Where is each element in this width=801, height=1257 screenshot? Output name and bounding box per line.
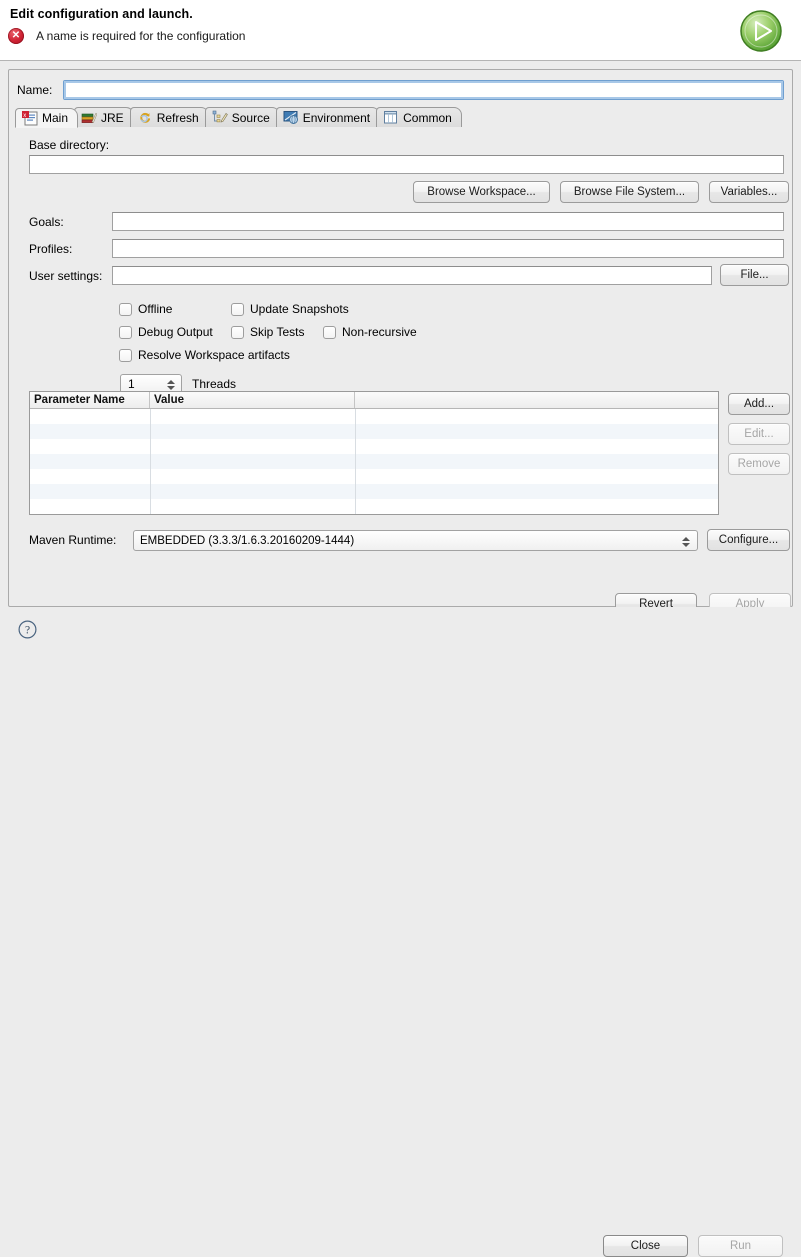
jre-tab-icon [81,112,98,123]
maven-runtime-label: Maven Runtime: [29,533,117,547]
configure-maven-runtime-button[interactable]: Configure... [707,529,790,551]
configuration-panel: Name: x Main JRE Refresh Source Environm… [8,69,793,615]
svg-text:?: ? [25,625,30,637]
close-button[interactable]: Close [603,1235,688,1257]
checkbox-update-snapshots-label: Update Snapshots [250,302,349,316]
error-message-row: ✕ A name is required for the configurati… [8,28,245,44]
refresh-tab-icon [140,112,150,123]
tab-jre-label: JRE [101,110,124,125]
column-header-parameter-name[interactable]: Parameter Name [30,392,150,408]
main-tab-icon: x [22,110,38,125]
checkbox-non-recursive[interactable]: Non-recursive [323,325,417,339]
chevron-updown-icon[interactable] [681,534,690,549]
checkbox-box[interactable] [231,302,244,316]
tab-refresh-label: Refresh [156,110,199,125]
profiles-label: Profiles: [29,242,73,256]
environment-tab-icon [283,111,298,124]
tab-environment[interactable]: Environment [275,107,381,127]
name-input[interactable] [63,80,784,100]
base-directory-input[interactable] [29,155,784,174]
table-row[interactable] [30,454,718,469]
table-row[interactable] [30,439,718,454]
goals-input[interactable] [112,212,784,231]
name-label: Name: [17,83,53,97]
tab-main[interactable]: x Main [15,108,79,128]
table-row[interactable] [30,484,718,499]
name-row: Name: [17,79,784,101]
base-directory-label: Base directory: [29,138,110,152]
run-play-icon [739,9,783,53]
checkbox-resolve-workspace-artifacts-label: Resolve Workspace artifacts [138,348,290,362]
checkbox-skip-tests-label: Skip Tests [250,325,305,339]
tab-strip: x Main JRE Refresh Source Environment Co… [15,106,786,128]
run-button: Run [698,1235,783,1257]
error-x-icon: ✕ [8,28,24,44]
checkbox-offline-label: Offline [138,302,173,316]
checkbox-box[interactable] [323,325,336,339]
checkbox-debug-output[interactable]: Debug Output [119,325,213,339]
checkbox-box[interactable] [119,325,132,339]
checkbox-box[interactable] [119,302,132,316]
checkbox-offline[interactable]: Offline [119,302,172,316]
tab-jre[interactable]: JRE [74,107,134,127]
goals-label: Goals: [29,215,64,229]
table-row[interactable] [30,424,718,439]
tab-common-label: Common [403,110,452,125]
maven-runtime-select[interactable]: EMBEDDED (3.3.3/1.6.3.20160209-1444) [133,530,698,551]
user-settings-input[interactable] [112,266,712,285]
browse-file-system-button[interactable]: Browse File System... [560,181,699,203]
page-title: Edit configuration and launch. [10,7,193,21]
parameter-table[interactable]: Parameter Name Value [29,391,719,515]
checkbox-box[interactable] [119,348,132,362]
tab-source[interactable]: Source [204,107,280,127]
add-parameter-button[interactable]: Add... [728,393,790,415]
common-tab-icon [384,111,398,124]
edit-parameter-button: Edit... [728,423,790,445]
table-row[interactable] [30,499,718,514]
main-tab-content: Base directory: Browse Workspace... Brow… [15,127,791,615]
help-question-icon[interactable]: ? [18,620,37,639]
browse-workspace-button[interactable]: Browse Workspace... [413,181,550,203]
threads-label: Threads [192,377,237,391]
source-tab-icon [212,110,228,123]
table-row[interactable] [30,409,718,424]
tab-common[interactable]: Common [376,107,462,127]
threads-value: 1 [128,377,135,391]
maven-runtime-value: EMBEDDED (3.3.3/1.6.3.20160209-1444) [140,534,355,547]
checkbox-resolve-workspace-artifacts[interactable]: Resolve Workspace artifacts [119,348,290,362]
column-header-value[interactable]: Value [150,392,355,408]
dialog-header: Edit configuration and launch. ✕ A name … [0,0,801,61]
error-message-text: A name is required for the configuration [36,29,246,43]
column-header-extra[interactable] [355,392,718,408]
remove-parameter-button: Remove [728,453,790,475]
variables-button[interactable]: Variables... [709,181,789,203]
checkbox-non-recursive-label: Non-recursive [342,325,417,339]
checkbox-debug-output-label: Debug Output [138,325,213,339]
tab-environment-label: Environment [302,110,371,125]
tab-refresh[interactable]: Refresh [129,107,209,127]
checkbox-update-snapshots[interactable]: Update Snapshots [231,302,349,316]
table-header-row: Parameter Name Value [30,392,718,409]
checkbox-box[interactable] [231,325,244,339]
user-settings-label: User settings: [29,269,103,283]
profiles-input[interactable] [112,239,784,258]
svg-text:x: x [23,112,26,118]
dialog-footer: ? Close Run [0,607,801,1257]
checkbox-skip-tests[interactable]: Skip Tests [231,325,304,339]
tab-source-label: Source [231,110,270,125]
tab-main-label: Main [42,111,69,125]
user-settings-file-button[interactable]: File... [720,264,789,286]
table-row[interactable] [30,469,718,484]
